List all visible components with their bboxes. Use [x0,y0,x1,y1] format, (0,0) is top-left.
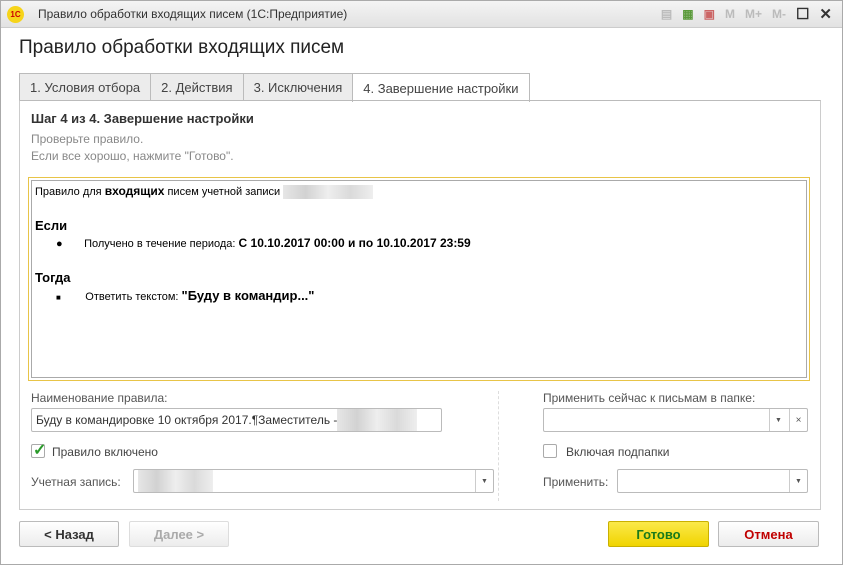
apply-select[interactable]: ▼ [617,469,808,493]
tab-actions[interactable]: 2. Действия [150,73,243,101]
then-label: Тогда [35,270,71,285]
hint-line-1: Проверьте правило. [31,132,144,146]
logo-text: 1С [10,9,21,19]
m-plus-button[interactable]: M+ [745,7,762,21]
tab-conditions[interactable]: 1. Условия отбора [19,73,151,101]
done-button[interactable]: Готово [608,521,709,547]
tab-exceptions[interactable]: 3. Исключения [242,73,353,101]
bullet-icon: ● [56,238,63,250]
dialog-window: 1С Правило обработки входящих писем (1С:… [0,0,843,565]
account-select[interactable]: ▼ [133,469,494,493]
1c-logo-icon: 1С [7,5,24,23]
intro-bold: входящих [104,184,165,198]
apply-label: Применить: [543,475,609,489]
m-minus-button[interactable]: M- [772,7,786,21]
rule-enabled-checkbox[interactable]: ✓ [31,442,46,459]
redacted-account [283,185,374,200]
calendar-icon[interactable]: ▣ [704,7,715,21]
step-title: Шаг 4 из 4. Завершение настройки [31,111,254,126]
clear-icon[interactable]: × [789,409,807,431]
if-item-label: Получено в течение периода: [84,238,239,250]
apply-folder-select[interactable]: ▼ × [543,408,808,432]
rule-name-input[interactable]: Буду в командировке 10 октября 2017.¶Зам… [31,408,442,432]
account-label: Учетная запись: [31,475,121,489]
rule-name-label: Наименование правила: [31,391,168,405]
hint-line-2: Если все хорошо, нажмите "Готово". [31,149,234,163]
next-button[interactable]: Далее > [129,521,229,547]
rule-enabled-label: Правило включено [52,445,158,459]
apply-folder-label: Применить сейчас к письмам в папке: [543,391,756,405]
square-bullet-icon: ■ [56,293,61,302]
chevron-down-icon[interactable]: ▼ [475,470,493,492]
calculator-icon[interactable]: ▦ [682,7,693,21]
column-divider [498,391,499,501]
if-label: Если [35,218,68,233]
chevron-down-icon[interactable]: ▼ [789,470,807,492]
title-bar: 1С Правило обработки входящих писем (1С:… [1,1,842,28]
maximize-icon[interactable]: ☐ [796,5,809,23]
print-icon[interactable]: ▤ [661,7,672,21]
intro-pre: Правило для [35,186,105,198]
include-subfolders-label: Включая подпапки [566,445,670,459]
rule-name-value: Буду в командировке 10 октября 2017.¶Зам… [36,413,338,427]
m-button[interactable]: M [725,7,735,21]
then-item-label: Ответить текстом: [85,291,182,303]
tab-finish[interactable]: 4. Завершение настройки [352,73,530,102]
cancel-button[interactable]: Отмена [718,521,819,547]
tab-panel: Шаг 4 из 4. Завершение настройки Проверь… [19,100,821,510]
page-title: Правило обработки входящих писем [19,37,345,58]
redacted-account-value [138,470,213,492]
rule-preview: Правило для входящих писем учетной запис… [28,177,810,381]
intro-post: писем учетной записи [164,186,281,198]
include-subfolders-checkbox[interactable] [543,444,557,458]
back-button[interactable]: < Назад [19,521,119,547]
window-title: Правило обработки входящих писем (1С:Пре… [38,7,348,21]
if-item-value: С 10.10.2017 00:00 и по 10.10.2017 23:59 [238,236,471,250]
redacted-name [337,409,418,431]
close-icon[interactable]: ✕ [819,5,832,23]
then-item-value: "Буду в командир..." [181,288,315,303]
tab-bar: 1. Условия отбора 2. Действия 3. Исключе… [19,73,530,102]
chevron-down-icon[interactable]: ▼ [769,409,787,431]
checkmark-icon: ✓ [33,442,47,459]
